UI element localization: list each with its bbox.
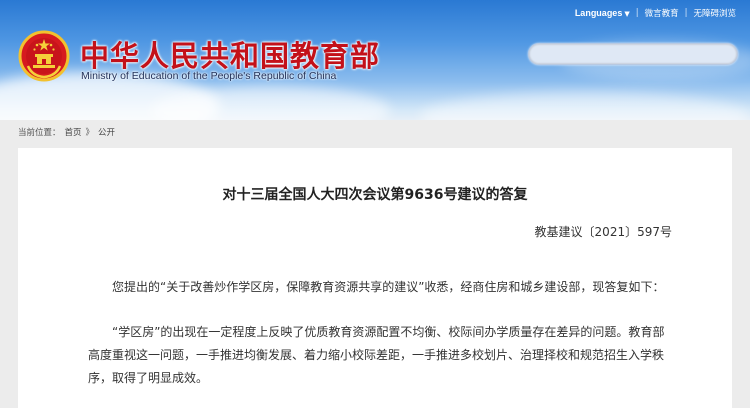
languages-menu[interactable]: Languages ▼ xyxy=(575,8,630,19)
site-header: 中华人民共和国教育部 Ministry of Education of the … xyxy=(0,0,750,120)
breadcrumb-separator: 》 xyxy=(85,128,95,138)
cloud-decoration xyxy=(420,92,750,120)
national-emblem-icon[interactable] xyxy=(18,30,70,82)
document-number: 教基建议〔2021〕597号 xyxy=(534,225,672,239)
site-title[interactable]: 中华人民共和国教育部 xyxy=(80,33,380,75)
divider: | xyxy=(635,8,639,18)
article-paragraph: “学区房”的出现在一定程度上反映了优质教育资源配置不均衡、校际间办学质量存在差异… xyxy=(88,325,665,385)
breadcrumb: 当前位置： 首页 》 公开 xyxy=(18,125,115,139)
top-nav: Languages ▼ | 微言教育 | 无障碍浏览 xyxy=(575,6,736,20)
breadcrumb-prefix: 当前位置： xyxy=(18,128,61,138)
breadcrumb-home-link[interactable]: 首页 xyxy=(65,126,82,138)
weibo-link[interactable]: 微言教育 xyxy=(645,7,679,19)
article-title: 对十三届全国人大四次会议第9636号建议的答复 xyxy=(222,187,528,203)
search-box xyxy=(528,43,738,66)
article-paragraph: 您提出的“关于改善炒作学区房，保障教育资源共享的建议”收悉，经商住房和城乡建设部… xyxy=(112,280,665,294)
divider: | xyxy=(684,8,688,18)
accessibility-link[interactable]: 无障碍浏览 xyxy=(693,7,736,19)
article-card: 对十三届全国人大四次会议第9636号建议的答复 教基建议〔2021〕597号 您… xyxy=(18,148,732,408)
search-input[interactable] xyxy=(529,47,729,66)
caret-down-icon: ▼ xyxy=(624,9,630,18)
breadcrumb-current-link[interactable]: 公开 xyxy=(98,126,115,138)
site-subtitle: Ministry of Education of the People's Re… xyxy=(81,70,337,82)
languages-label: Languages xyxy=(574,7,623,18)
